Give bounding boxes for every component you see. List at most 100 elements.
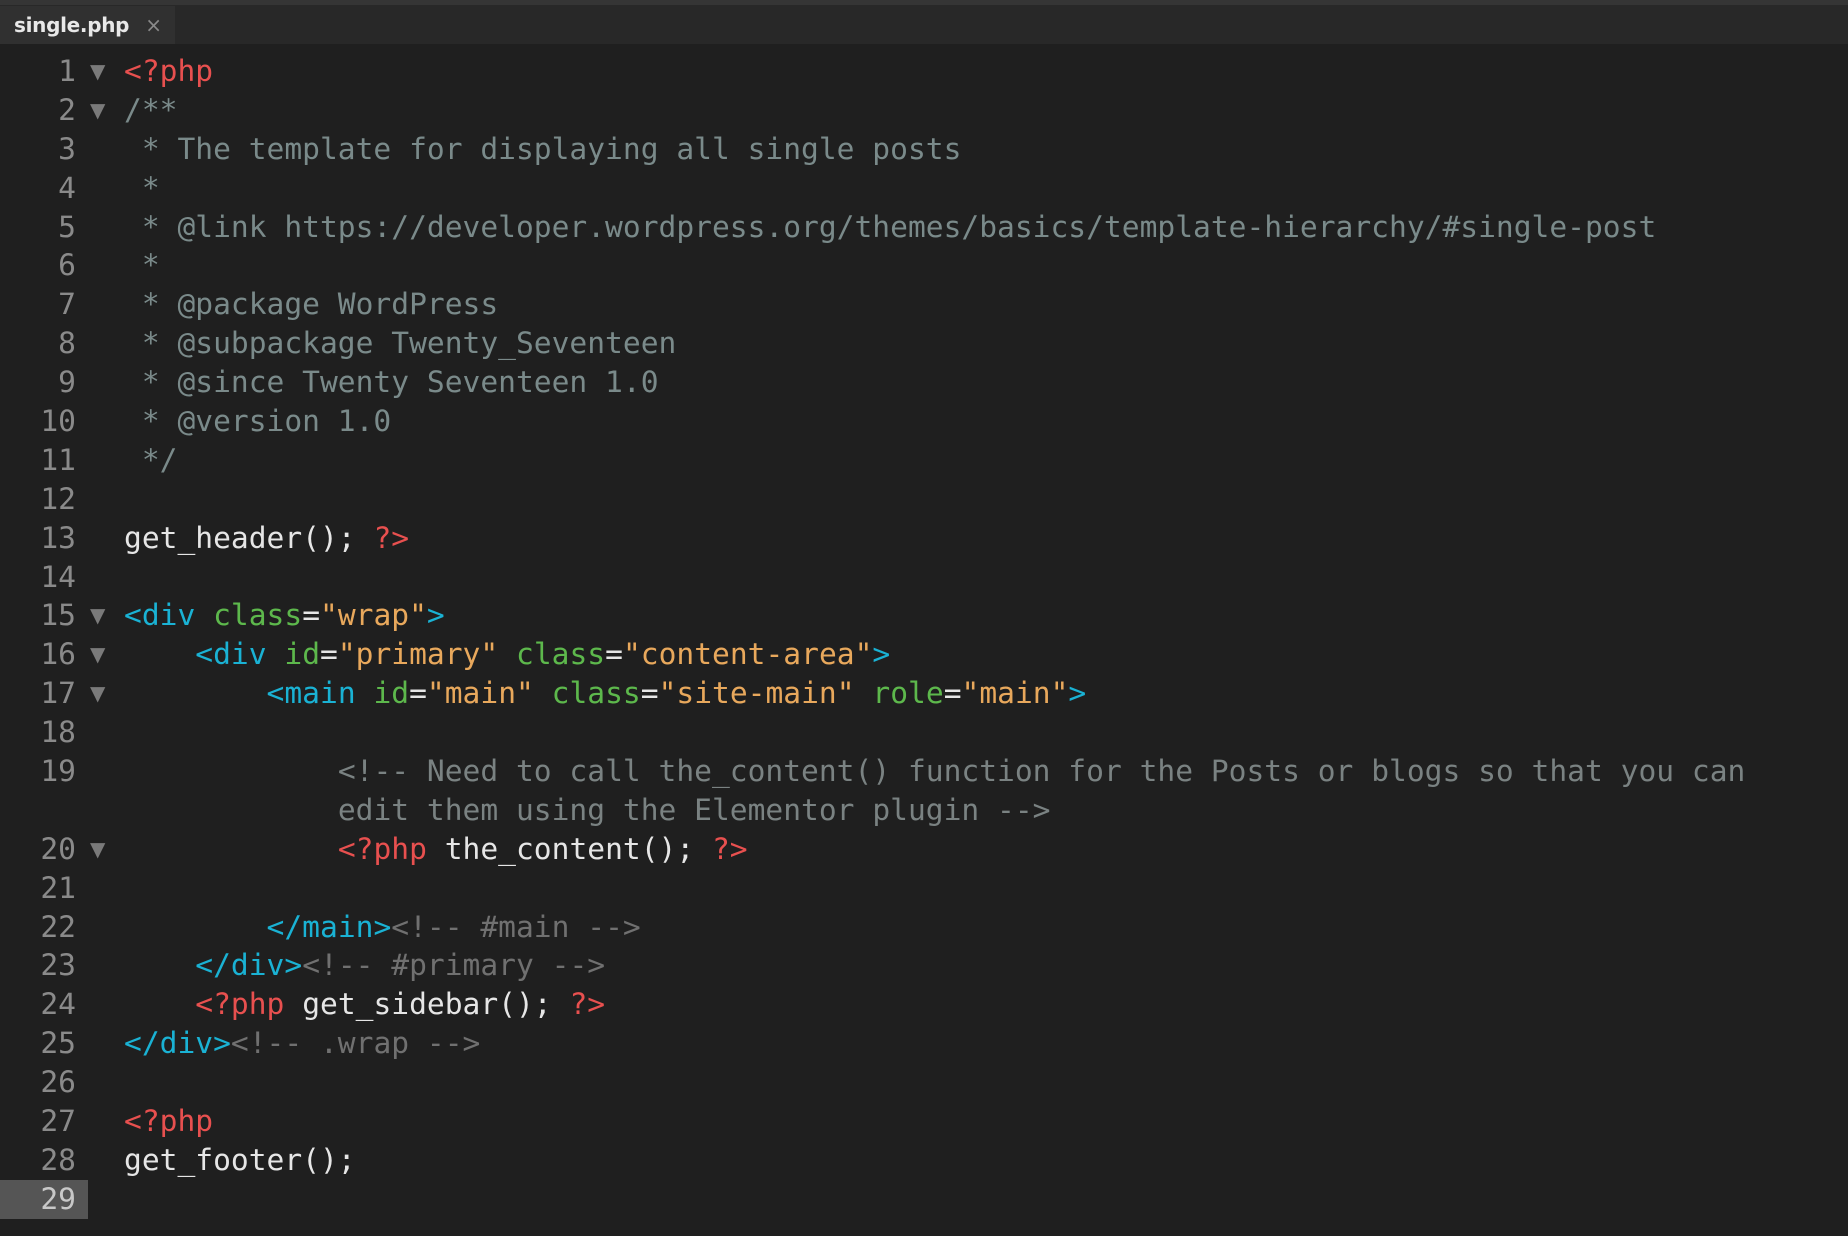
code-line[interactable]: 9 * @since Twenty Seventeen 1.0 bbox=[0, 363, 1848, 402]
code-line[interactable]: 10 * @version 1.0 bbox=[0, 402, 1848, 441]
code-line[interactable]: 11 */ bbox=[0, 441, 1848, 480]
token-attr: class bbox=[516, 637, 606, 672]
fold-arrow-icon[interactable]: ▼ bbox=[90, 91, 108, 130]
token-php: ?> bbox=[711, 831, 748, 866]
line-number: 12 bbox=[40, 481, 76, 516]
line-number: 11 bbox=[40, 442, 76, 477]
line-code: edit them using the Elementor plugin --> bbox=[124, 791, 1051, 830]
token-doc: * The template for displaying all single… bbox=[124, 131, 962, 166]
token-plain: = bbox=[640, 676, 659, 711]
line-number: 19 bbox=[40, 754, 76, 789]
code-editor[interactable]: 1 ▼ <?php 2 ▼/** 3 * The template for display… bbox=[0, 52, 1848, 1219]
code-line[interactable]: 12 bbox=[0, 480, 1848, 519]
code-line[interactable]: 26 bbox=[0, 1063, 1848, 1102]
code-line[interactable]: 4 * bbox=[0, 169, 1848, 208]
token-attr: id bbox=[284, 637, 321, 672]
fold-arrow-icon[interactable]: ▼ bbox=[90, 830, 108, 869]
token-cmt: <!-- #primary --> bbox=[302, 948, 606, 983]
token-plain: the_content(); bbox=[426, 831, 712, 866]
line-gutter: 6 bbox=[0, 246, 88, 285]
line-code: <?php bbox=[124, 1102, 213, 1141]
line-number: 6 bbox=[58, 248, 76, 283]
code-line[interactable]: 20 ▼ <?php the_content(); ?> bbox=[0, 830, 1848, 869]
line-number: 27 bbox=[40, 1104, 76, 1139]
fold-arrow-icon[interactable]: ▼ bbox=[90, 635, 108, 674]
token-tag: </main> bbox=[266, 909, 392, 944]
token-str: "main" bbox=[426, 676, 534, 711]
line-gutter: 11 bbox=[0, 441, 88, 480]
line-code: <div id="primary" class="content-area"> bbox=[124, 635, 890, 674]
token-str: "wrap" bbox=[320, 598, 427, 633]
code-line[interactable]: 14 bbox=[0, 558, 1848, 597]
code-line[interactable]: 29 bbox=[0, 1179, 1848, 1219]
token-plain: = bbox=[605, 637, 623, 672]
line-gutter: 23 bbox=[0, 946, 88, 985]
code-line[interactable]: 7 * @package WordPress bbox=[0, 285, 1848, 324]
code-line[interactable]: 3 * The template for displaying all sing… bbox=[0, 130, 1848, 169]
code-line[interactable]: 28 get_footer(); bbox=[0, 1141, 1848, 1180]
line-code: <main id="main" class="site-main" role="… bbox=[124, 674, 1087, 713]
token-cmt: <!-- #main --> bbox=[391, 909, 641, 944]
line-number: 16 bbox=[40, 637, 76, 672]
code-line[interactable]: 25 </div><!-- .wrap --> bbox=[0, 1024, 1848, 1063]
line-code: <?php bbox=[124, 52, 213, 91]
token-str: "primary" bbox=[337, 637, 499, 672]
code-line[interactable]: 6 * bbox=[0, 246, 1848, 285]
fold-arrow-icon[interactable]: ▼ bbox=[90, 596, 108, 635]
token-doc: * @since Twenty Seventeen 1.0 bbox=[124, 365, 659, 400]
close-icon[interactable]: × bbox=[145, 13, 162, 37]
line-code: <?php get_sidebar(); ?> bbox=[124, 985, 605, 1024]
code-line[interactable]: 22 </main><!-- #main --> bbox=[0, 908, 1848, 947]
fold-arrow-icon[interactable]: ▼ bbox=[90, 674, 108, 713]
line-gutter: 14 bbox=[0, 558, 88, 597]
code-line[interactable]: 21 bbox=[0, 869, 1848, 908]
line-code: <!-- Need to call the_content() function… bbox=[124, 752, 1746, 791]
line-code: * @link https://developer.wordpress.org/… bbox=[124, 208, 1656, 247]
line-gutter: 9 bbox=[0, 363, 88, 402]
line-code: * @package WordPress bbox=[124, 285, 498, 324]
tab-single-php[interactable]: single.php × bbox=[0, 6, 175, 44]
code-line[interactable]: 27 <?php bbox=[0, 1102, 1848, 1141]
line-gutter: 27 bbox=[0, 1102, 88, 1141]
code-line[interactable]: 5 * @link https://developer.wordpress.or… bbox=[0, 208, 1848, 247]
line-code: * bbox=[124, 169, 160, 208]
line-gutter: 19 bbox=[0, 752, 88, 791]
token-str: "site-main" bbox=[658, 676, 855, 711]
fold-arrow-icon[interactable]: ▼ bbox=[90, 52, 108, 91]
token-plain: get_sidebar(); bbox=[284, 987, 570, 1022]
line-gutter: 15 bbox=[0, 596, 88, 635]
line-number: 9 bbox=[58, 365, 76, 400]
line-code: * @subpackage Twenty_Seventeen bbox=[124, 324, 677, 363]
code-line[interactable]: 2 ▼ /** bbox=[0, 91, 1848, 130]
token-doc: * @subpackage Twenty_Seventeen bbox=[124, 326, 677, 361]
code-line[interactable]: 16 ▼ <div id="primary" class="content-are… bbox=[0, 635, 1848, 674]
line-gutter: 5 bbox=[0, 208, 88, 247]
line-number: 4 bbox=[58, 170, 76, 205]
token-doc: * bbox=[124, 170, 160, 205]
line-code: </div><!-- #primary --> bbox=[124, 946, 605, 985]
code-line[interactable]: 15 ▼ <div class="wrap"> bbox=[0, 596, 1848, 635]
code-line[interactable]: 17 ▼ <main id="main" class="site-main" ro… bbox=[0, 674, 1848, 713]
code-line[interactable]: 1 ▼ <?php bbox=[0, 52, 1848, 91]
token-hcmt: edit them using the Elementor plugin --> bbox=[337, 792, 1051, 827]
token-cmt: <!-- .wrap --> bbox=[230, 1026, 481, 1061]
code-line[interactable]: 18 bbox=[0, 713, 1848, 752]
code-line[interactable]: 19 <!-- Need to call the_content() funct… bbox=[0, 752, 1848, 791]
token-attr: role bbox=[872, 676, 944, 711]
line-number: 20 bbox=[40, 831, 76, 866]
line-number: 17 bbox=[40, 676, 76, 711]
line-code: <div class="wrap"> bbox=[124, 596, 445, 635]
token-attr: class bbox=[213, 598, 303, 633]
code-line[interactable]: 8 * @subpackage Twenty_Seventeen bbox=[0, 324, 1848, 363]
line-number: 26 bbox=[40, 1065, 76, 1100]
token-tag: > bbox=[872, 637, 891, 672]
line-code: get_header(); ?> bbox=[124, 519, 409, 558]
code-line[interactable]: 23 </div><!-- #primary --> bbox=[0, 946, 1848, 985]
line-number: 2 bbox=[58, 92, 76, 127]
code-line[interactable]: 13 get_header(); ?> bbox=[0, 519, 1848, 558]
code-line[interactable]: 24 <?php get_sidebar(); ?> bbox=[0, 985, 1848, 1024]
line-gutter: 28 bbox=[0, 1141, 88, 1180]
code-line[interactable]: edit them using the Elementor plugin --> bbox=[0, 791, 1848, 830]
line-code: * bbox=[124, 246, 160, 285]
